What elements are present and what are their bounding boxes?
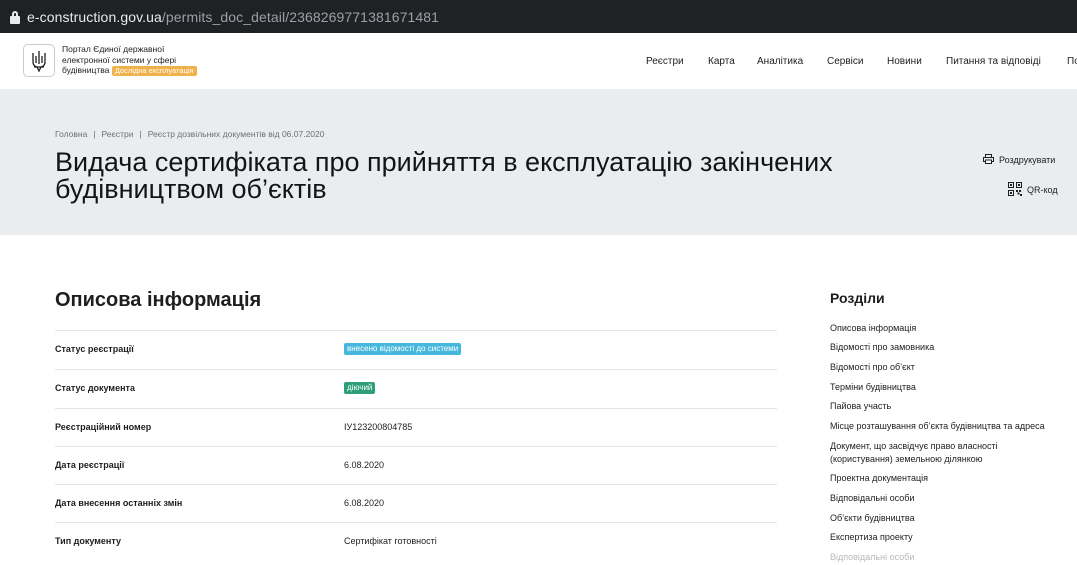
sidebar-item-project-expertise[interactable]: Експертиза проекту (830, 531, 913, 544)
row-key: Реєстраційний номер (55, 422, 152, 432)
nav-faq[interactable]: Питання та відповіді (946, 56, 1041, 67)
sidebar-title: Розділи (830, 290, 885, 306)
nav-registries[interactable]: Реєстри (646, 56, 684, 67)
nav-map[interactable]: Карта (708, 56, 735, 67)
status-badge: діючий (344, 382, 376, 394)
sidebar-item-customer[interactable]: Відомості про замовника (830, 341, 934, 354)
qr-code-button[interactable]: QR-код (1008, 182, 1058, 198)
print-label: Роздрукувати (999, 155, 1056, 165)
page-hero: Головна | Реєстри | Реєстр дозвільних докуме… (0, 89, 1077, 235)
sidebar-item-share-participation[interactable]: Пайова участь (830, 400, 891, 413)
sidebar-item-land-ownership[interactable]: Документ, що засвідчує право власності (… (830, 440, 998, 466)
row-value: ІУ123200804785 (344, 422, 413, 432)
row-value: Сертифікат готовності (344, 536, 437, 546)
address-bar[interactable]: e-construction.gov.ua/permits_doc_detail… (0, 0, 1077, 33)
info-row-document-status: Статус документа діючий (55, 369, 777, 407)
info-row-registration-status: Статус реєстрації внесено відомості до с… (55, 330, 777, 368)
sidebar-item-responsible-persons[interactable]: Відповідальні особи (830, 492, 914, 505)
row-value: 6.08.2020 (344, 460, 385, 470)
info-row-document-type: Тип документу Сертифікат готовності (55, 522, 777, 560)
breadcrumb-home[interactable]: Головна (55, 129, 87, 139)
info-row-registration-date: Дата реєстрації 6.08.2020 (55, 446, 777, 484)
lock-icon (9, 10, 21, 24)
portal-title[interactable]: Портал Єдиної державної електронної сист… (62, 44, 222, 76)
site-header: Портал Єдиної державної електронної сист… (0, 33, 1077, 89)
nav-news[interactable]: Новини (887, 56, 922, 67)
info-row-registration-number: Реєстраційний номер ІУ123200804785 (55, 408, 777, 446)
sidebar-item-description[interactable]: Описова інформація (830, 322, 916, 335)
breadcrumb-registries[interactable]: Реєстри (102, 129, 134, 139)
qr-code-icon (1008, 182, 1022, 198)
page-title: Видача сертифіката про прийняття в експл… (55, 147, 833, 204)
row-key: Статус документа (55, 383, 135, 393)
info-row-last-changes-date: Дата внесення останніх змін 6.08.2020 (55, 484, 777, 522)
qr-code-label: QR-код (1027, 185, 1058, 195)
sidebar-item-construction-objects[interactable]: Об’єкти будівництва (830, 512, 915, 525)
nav-more[interactable]: По (1067, 56, 1077, 67)
status-badge: внесено відомості до системи (344, 343, 462, 355)
row-key: Дата внесення останніх змін (55, 498, 183, 508)
sidebar-item-construction-terms[interactable]: Терміни будівництва (830, 381, 916, 394)
printer-icon (983, 154, 994, 166)
row-value: 6.08.2020 (344, 498, 385, 508)
url-text[interactable]: e-construction.gov.ua/permits_doc_detail… (27, 9, 439, 25)
nav-services[interactable]: Сервіси (827, 56, 863, 67)
sidebar-item-object[interactable]: Відомості про об’єкт (830, 361, 915, 374)
row-key: Дата реєстрації (55, 460, 125, 470)
breadcrumb: Головна | Реєстри | Реєстр дозвільних докуме… (55, 129, 325, 139)
row-key: Тип документу (55, 536, 121, 546)
sidebar-item-location-address[interactable]: Місце розташування об’єкта будівництва т… (830, 420, 1045, 433)
section-title: Описова інформація (55, 289, 262, 311)
nav-analytics[interactable]: Аналітика (757, 56, 803, 67)
print-button[interactable]: Роздрукувати (983, 154, 1055, 166)
sidebar-item-responsible-persons-2[interactable]: Відповідальні особи (830, 551, 914, 564)
row-key: Статус реєстрації (55, 344, 134, 354)
trident-icon[interactable] (23, 44, 55, 77)
sidebar-item-project-docs[interactable]: Проектна документація (830, 472, 928, 485)
breadcrumb-current[interactable]: Реєстр дозвільних документів від 06.07.2… (148, 129, 325, 139)
beta-badge: Дослідна експлуатація (111, 66, 197, 76)
